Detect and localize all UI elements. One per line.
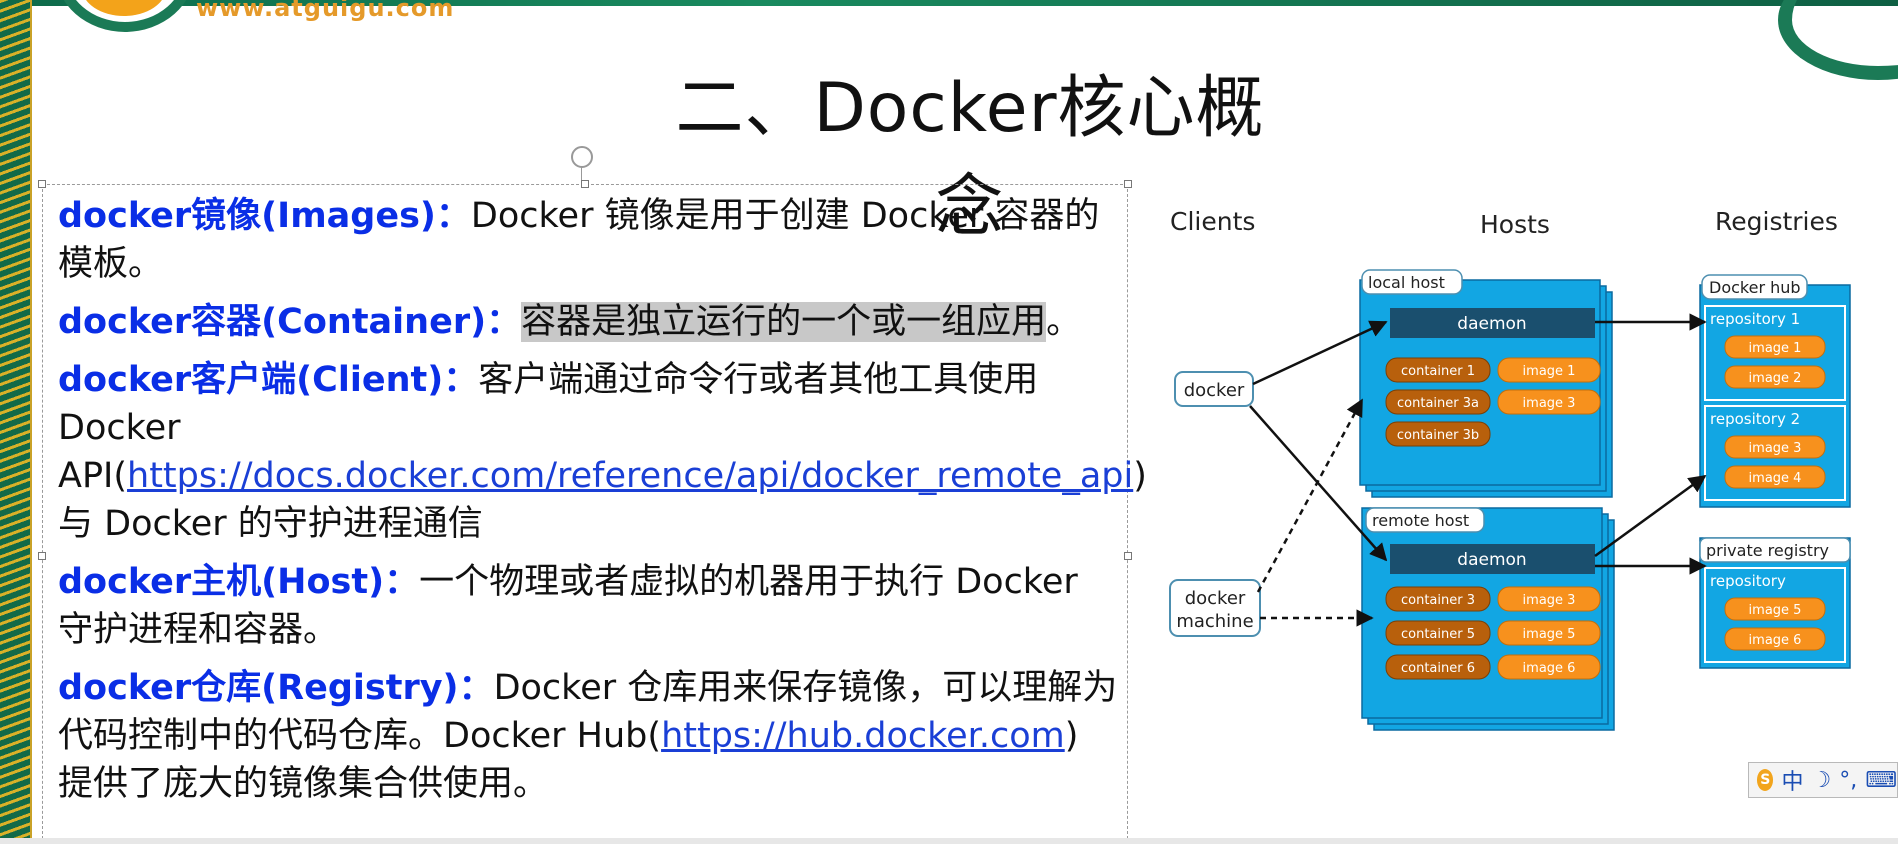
- resize-handle-top[interactable]: [581, 180, 589, 188]
- local-host-label: local host: [1368, 273, 1445, 292]
- client-docker-machine-label-2: machine: [1176, 611, 1253, 632]
- private-image-6-label: image 6: [1749, 633, 1802, 648]
- remote-host-label: remote host: [1372, 511, 1469, 530]
- remote-image-6-label: image 6: [1523, 661, 1576, 676]
- ime-toolbar[interactable]: S 中 ☽ °, ⌨: [1748, 762, 1898, 798]
- client-docker-label: docker: [1184, 380, 1245, 401]
- desc-container-tail: 。: [1046, 302, 1082, 342]
- local-container-1-label: container 1: [1401, 364, 1475, 379]
- rotate-handle-icon[interactable]: [571, 146, 593, 168]
- term-registry: docker仓库(Registry)：: [58, 668, 494, 708]
- column-header-clients: Clients: [1170, 207, 1255, 236]
- column-header-hosts: Hosts: [1480, 210, 1550, 239]
- paragraph-images: docker镜像(Images)：Docker 镜像是用于创建 Docker 容…: [58, 192, 1118, 288]
- hub-image-2-label: image 2: [1749, 371, 1802, 386]
- term-container: docker容器(Container)：: [58, 302, 522, 342]
- docker-hub-label: Docker hub: [1709, 278, 1801, 297]
- paragraph-container: docker容器(Container)：容器是独立运行的一个或一组应用。: [58, 298, 1118, 346]
- hub-image-4-label: image 4: [1749, 471, 1802, 486]
- remote-image-3-label: image 3: [1523, 593, 1576, 608]
- local-image-3-label: image 3: [1523, 396, 1576, 411]
- local-container-3b-label: container 3b: [1397, 428, 1479, 443]
- keyboard-icon[interactable]: ⌨: [1865, 768, 1897, 793]
- paragraph-host: docker主机(Host)：一个物理或者虚拟的机器用于执行 Docker 守护…: [58, 558, 1118, 654]
- resize-handle-left[interactable]: [38, 552, 46, 560]
- local-container-3a-label: container 3a: [1397, 396, 1479, 411]
- resize-handle-top-right[interactable]: [1124, 180, 1132, 188]
- bottom-border: [0, 838, 1898, 844]
- ime-language-toggle[interactable]: 中: [1781, 764, 1803, 796]
- ime-logo-icon[interactable]: S: [1757, 769, 1774, 791]
- term-images: docker镜像(Images)：: [58, 196, 471, 236]
- resize-handle-right[interactable]: [1124, 552, 1132, 560]
- paragraph-client: docker客户端(Client)：客户端通过命令行或者其他工具使用 Docke…: [58, 356, 1147, 548]
- client-docker-machine-label-1: docker: [1185, 588, 1246, 609]
- arrow-machine-to-local-host: [1256, 398, 1364, 593]
- left-decorative-strip: [0, 0, 30, 844]
- resize-handle-top-left[interactable]: [38, 180, 46, 188]
- highlighted-selection[interactable]: 容器是独立运行的一个或一组应用: [521, 302, 1047, 342]
- logo-url-text: www.atguigu.com: [196, 0, 455, 22]
- text-box-content[interactable]: docker镜像(Images)：Docker 镜像是用于创建 Docker 容…: [58, 192, 1147, 818]
- repository-1-label: repository 1: [1710, 310, 1800, 328]
- local-daemon-label: daemon: [1457, 314, 1526, 334]
- paragraph-registry: docker仓库(Registry)：Docker 仓库用来保存镜像，可以理解为…: [58, 664, 1118, 808]
- corner-decoration: [1778, 0, 1898, 80]
- local-image-1-label: image 1: [1523, 364, 1576, 379]
- docker-hub-link[interactable]: https://hub.docker.com: [661, 716, 1065, 756]
- punctuation-toggle[interactable]: °,: [1839, 768, 1857, 793]
- remote-container-6-label: container 6: [1401, 661, 1475, 676]
- left-strip-border: [30, 0, 32, 844]
- column-header-registries: Registries: [1715, 207, 1838, 236]
- remote-container-3-label: container 3: [1401, 593, 1475, 608]
- term-client: docker客户端(Client)：: [58, 360, 479, 400]
- remote-daemon-label: daemon: [1457, 550, 1526, 570]
- private-image-5-label: image 5: [1749, 603, 1802, 618]
- term-host: docker主机(Host)：: [58, 562, 420, 602]
- remote-container-5-label: container 5: [1401, 627, 1475, 642]
- remote-image-5-label: image 5: [1523, 627, 1576, 642]
- private-repository-label: repository: [1710, 572, 1786, 590]
- hub-image-3-label: image 3: [1749, 441, 1802, 456]
- docker-api-link[interactable]: https://docs.docker.com/reference/api/do…: [127, 456, 1133, 496]
- repository-2-label: repository 2: [1710, 410, 1800, 428]
- private-registry-label: private registry: [1706, 541, 1829, 560]
- docker-architecture-diagram[interactable]: Clients Hosts Registries docker docker m…: [1150, 200, 1898, 760]
- hub-image-1-label: image 1: [1749, 341, 1802, 356]
- remote-host-box: [1361, 507, 1603, 719]
- half-width-moon-icon[interactable]: ☽: [1812, 768, 1832, 793]
